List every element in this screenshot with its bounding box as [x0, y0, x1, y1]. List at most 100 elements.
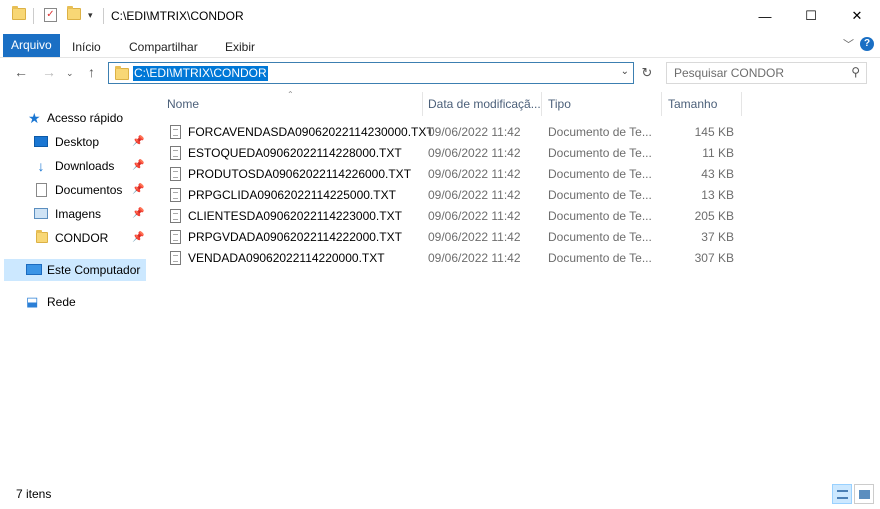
forward-arrow-icon[interactable]: →	[42, 64, 56, 80]
nav-item-label: Rede	[47, 295, 76, 309]
file-type: Documento de Te...	[548, 230, 652, 244]
search-icon[interactable]: ⚲	[851, 65, 860, 79]
tab-compartilhar[interactable]: Compartilhar	[129, 36, 198, 58]
file-size: 307 KB	[694, 251, 734, 265]
column-header-size[interactable]: Tamanho	[668, 93, 741, 115]
properties-icon[interactable]: ✓	[44, 8, 57, 22]
text-file-icon	[170, 209, 181, 223]
nav-item-label: Downloads	[55, 159, 115, 173]
tab-inicio[interactable]: Início	[72, 36, 101, 58]
file-row[interactable]: FORCAVENDASDA09062022114230000.TXT 09/06…	[160, 122, 740, 143]
text-file-icon	[170, 251, 181, 265]
nav-item-label: Documentos	[55, 183, 123, 197]
large-icons-view-button[interactable]	[854, 484, 874, 504]
file-type: Documento de Te...	[548, 167, 652, 181]
documents-icon	[36, 183, 47, 197]
file-type: Documento de Te...	[548, 188, 652, 202]
pictures-icon	[34, 208, 48, 219]
customize-toolbar-icon[interactable]: ▾	[88, 10, 93, 21]
desktop-icon	[34, 136, 48, 147]
column-header-name[interactable]: Nome	[167, 93, 422, 115]
file-name: ESTOQUEDA09062022114228000.TXT	[188, 146, 402, 160]
nav-quick-access[interactable]: ★ Acesso rápido	[0, 107, 150, 129]
column-divider[interactable]	[422, 92, 423, 116]
large-icons-view-icon	[859, 490, 870, 499]
nav-item-label: CONDOR	[55, 231, 109, 245]
pin-icon: 📌	[132, 232, 145, 243]
file-list: FORCAVENDASDA09062022114230000.TXT 09/06…	[160, 122, 740, 269]
file-row[interactable]: PRODUTOSDA09062022114226000.TXT 09/06/20…	[160, 164, 740, 185]
nav-item-imagens[interactable]: Imagens 📌	[0, 203, 150, 225]
new-folder-icon[interactable]	[67, 6, 81, 20]
file-row[interactable]: ESTOQUEDA09062022114228000.TXT 09/06/202…	[160, 143, 740, 164]
expand-ribbon-icon[interactable]: ﹀	[843, 36, 854, 52]
star-icon: ★	[28, 110, 41, 126]
file-type: Documento de Te...	[548, 209, 652, 223]
file-size: 37 KB	[701, 230, 734, 244]
file-date: 09/06/2022 11:42	[428, 167, 521, 181]
address-row: ← → ⌄ ↑ C:\EDI\MTRIX\CONDOR ⌄ ↻ Pesquisa…	[0, 59, 880, 89]
nav-item-condor[interactable]: CONDOR 📌	[0, 227, 150, 249]
download-icon: ↓	[37, 158, 45, 174]
divider	[103, 8, 104, 24]
column-divider[interactable]	[741, 92, 742, 116]
title-bar: ✓ ▾ C:\EDI\MTRIX\CONDOR — ☐ ✕	[0, 0, 880, 32]
folder-icon	[12, 6, 26, 20]
pin-icon: 📌	[132, 184, 145, 195]
back-arrow-icon[interactable]: ←	[14, 64, 28, 80]
file-date: 09/06/2022 11:42	[428, 188, 521, 202]
text-file-icon	[170, 188, 181, 202]
column-header-type[interactable]: Tipo	[548, 93, 661, 115]
minimize-button[interactable]: —	[742, 0, 788, 32]
tab-arquivo[interactable]: Arquivo	[3, 34, 60, 57]
file-row[interactable]: PRPGVDADA09062022114222000.TXT 09/06/202…	[160, 227, 740, 248]
divider	[33, 8, 34, 24]
column-header-date[interactable]: Data de modificaçã...	[428, 93, 541, 115]
details-view-icon	[837, 490, 848, 499]
address-bar[interactable]: C:\EDI\MTRIX\CONDOR ⌄	[108, 62, 634, 84]
maximize-button[interactable]: ☐	[788, 0, 834, 32]
text-file-icon	[170, 146, 181, 160]
column-divider[interactable]	[541, 92, 542, 116]
pin-icon: 📌	[132, 136, 145, 147]
folder-icon	[115, 66, 129, 80]
help-icon[interactable]: ?	[860, 37, 874, 51]
nav-item-this-pc[interactable]: Este Computador	[4, 259, 146, 281]
pin-icon: 📌	[132, 208, 145, 219]
file-row[interactable]: CLIENTESDA09062022114223000.TXT 09/06/20…	[160, 206, 740, 227]
file-size: 13 KB	[701, 188, 734, 202]
text-file-icon	[170, 230, 181, 244]
file-date: 09/06/2022 11:42	[428, 146, 521, 160]
folder-icon	[36, 230, 50, 246]
chevron-down-icon[interactable]: ⌄	[621, 66, 629, 77]
column-divider[interactable]	[661, 92, 662, 116]
file-row[interactable]: VENDADA09062022114220000.TXT 09/06/2022 …	[160, 248, 740, 269]
nav-item-desktop[interactable]: Desktop 📌	[0, 131, 150, 153]
nav-item-label: Imagens	[55, 207, 102, 221]
address-path[interactable]: C:\EDI\MTRIX\CONDOR	[133, 66, 268, 81]
network-icon: ⬓	[26, 294, 39, 309]
details-view-button[interactable]	[832, 484, 852, 504]
ribbon-tabs: Arquivo Início Compartilhar Exibir ﹀ ?	[0, 32, 880, 58]
file-row[interactable]: PRPGCLIDA09062022114225000.TXT 09/06/202…	[160, 185, 740, 206]
tab-exibir[interactable]: Exibir	[225, 36, 255, 58]
file-size: 11 KB	[702, 146, 734, 160]
nav-item-network[interactable]: ⬓ Rede	[0, 291, 150, 313]
file-name: PRPGCLIDA09062022114225000.TXT	[188, 188, 396, 202]
item-count: 7 itens	[16, 487, 52, 501]
up-arrow-icon[interactable]: ↑	[88, 64, 95, 80]
pin-icon: 📌	[132, 160, 145, 171]
file-type: Documento de Te...	[548, 125, 652, 139]
refresh-icon[interactable]: ↻	[637, 63, 657, 83]
nav-item-downloads[interactable]: ↓ Downloads 📌	[0, 155, 150, 177]
text-file-icon	[170, 167, 181, 181]
recent-locations-icon[interactable]: ⌄	[66, 68, 74, 79]
nav-item-label: Desktop	[55, 135, 100, 149]
close-button[interactable]: ✕	[834, 0, 880, 32]
search-input[interactable]: Pesquisar CONDOR ⚲	[666, 62, 867, 84]
computer-icon	[26, 264, 42, 275]
file-date: 09/06/2022 11:42	[428, 230, 521, 244]
file-type: Documento de Te...	[548, 251, 652, 265]
text-file-icon	[170, 125, 181, 139]
nav-item-documentos[interactable]: Documentos 📌	[0, 179, 150, 201]
